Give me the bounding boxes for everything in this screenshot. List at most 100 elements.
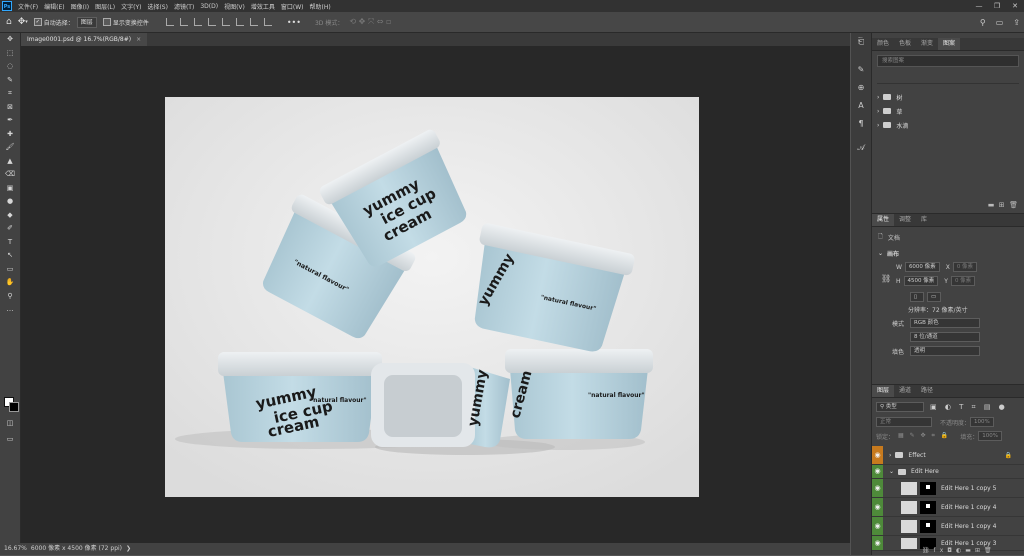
menu-help[interactable]: 帮助(H) <box>307 2 334 11</box>
x-field[interactable]: 0 像素 <box>952 262 978 272</box>
more-options-icon[interactable]: ••• <box>287 18 301 27</box>
link-layers-icon[interactable]: ⛓ <box>922 547 934 554</box>
tab-channels[interactable]: 通道 <box>894 385 916 397</box>
layer-row[interactable]: ◉ ⌄ Edit Here <box>872 465 1024 479</box>
align-right-icon[interactable] <box>193 18 202 26</box>
new-group-icon[interactable]: ▬ <box>965 547 975 554</box>
glyphs-icon[interactable]: 𝒜 <box>851 139 871 157</box>
pattern-search-input[interactable]: 搜索图案 <box>877 55 1019 67</box>
align-middle-icon[interactable] <box>221 18 230 26</box>
fx-icon[interactable]: fx <box>934 547 948 554</box>
visibility-eye-icon[interactable]: ◉ <box>872 498 883 516</box>
brush-icon[interactable]: 🖌 <box>0 141 20 155</box>
status-arrow-icon[interactable]: ❯ <box>126 543 131 555</box>
pattern-group-grass[interactable]: › 草 <box>872 104 1024 118</box>
add-mask-icon[interactable]: ◘ <box>947 547 956 554</box>
share-icon[interactable]: ⇪ <box>1013 18 1020 27</box>
close-tab-icon[interactable]: × <box>136 36 141 43</box>
new-layer-icon[interactable]: ⊞ <box>975 547 984 554</box>
layer-row[interactable]: ◉ › Effect 🔒 <box>872 446 1024 465</box>
type-icon[interactable]: T <box>0 236 20 250</box>
move-tool-icon[interactable]: ✥ ▾ <box>18 17 28 27</box>
pattern-group-water[interactable]: › 水滴 <box>872 118 1024 132</box>
visibility-eye-icon[interactable]: ◉ <box>872 479 883 497</box>
marquee-icon[interactable]: ⬚ <box>0 47 20 61</box>
color-swatches[interactable] <box>4 397 19 412</box>
brush-settings-icon[interactable]: ✎ <box>851 61 871 79</box>
layer-row[interactable]: ◉ Edit Here 1 copy 4 <box>872 517 1024 536</box>
menu-window[interactable]: 窗口(W) <box>278 2 307 11</box>
link-icon[interactable]: ⛓ <box>881 274 891 283</box>
magic-wand-icon[interactable]: ✎ <box>0 74 20 88</box>
menu-view[interactable]: 视图(V) <box>221 2 248 11</box>
new-group-icon[interactable]: ▬ <box>988 201 995 209</box>
visibility-eye-icon[interactable]: ◉ <box>872 517 883 535</box>
landscape-orientation-icon[interactable]: ▭ <box>927 292 941 302</box>
chevron-down-icon[interactable]: ⌄ <box>878 250 883 257</box>
background-color[interactable] <box>9 402 19 412</box>
shape-icon[interactable]: ▭ <box>0 263 20 277</box>
menu-select[interactable]: 选择(S) <box>144 2 171 11</box>
pen-icon[interactable]: ✐ <box>0 222 20 236</box>
align-center-icon[interactable] <box>179 18 188 26</box>
healing-icon[interactable]: ✚ <box>0 128 20 142</box>
height-field[interactable]: 4500 像素 <box>903 276 939 286</box>
tab-color[interactable]: 颜色 <box>872 38 894 50</box>
menu-type[interactable]: 文字(Y) <box>118 2 144 11</box>
eraser-icon[interactable]: ⌫ <box>0 168 20 182</box>
pattern-group-tree[interactable]: › 树 <box>872 90 1024 104</box>
chevron-right-icon[interactable]: › <box>889 452 891 459</box>
blend-mode-dropdown[interactable]: 正常 <box>876 417 932 427</box>
lock-icons[interactable]: ▦ ✎ ✥ ⌗ 🔒 <box>898 432 950 440</box>
new-pattern-icon[interactable]: ⊞ <box>999 201 1005 209</box>
bit-depth-dropdown[interactable]: 8 位/通道 <box>910 332 980 342</box>
zoom-level[interactable]: 16.67% <box>4 543 27 555</box>
quick-mask-icon[interactable]: ◫ <box>0 417 20 431</box>
menu-edit[interactable]: 编辑(E) <box>41 2 67 11</box>
y-field[interactable]: 0 像素 <box>950 276 976 286</box>
layer-row[interactable]: ◉ Edit Here 1 copy 5 <box>872 479 1024 498</box>
zoom-icon[interactable]: ⚲ <box>0 290 20 304</box>
delete-icon[interactable]: 🗑 <box>1009 201 1018 209</box>
character-icon[interactable]: A <box>851 97 871 115</box>
visibility-eye-icon[interactable]: ◉ <box>872 446 883 464</box>
align-bottom-icon[interactable] <box>235 18 244 26</box>
paragraph-icon[interactable]: ¶ <box>851 115 871 133</box>
edit-toolbar-icon[interactable]: … <box>0 303 20 317</box>
menu-file[interactable]: 文件(F) <box>15 2 41 11</box>
delete-layer-icon[interactable]: 🗑 <box>984 547 996 554</box>
fill-field[interactable]: 100% <box>978 431 1002 441</box>
gradient-icon[interactable]: ▣ <box>0 182 20 196</box>
layer-kind-filter[interactable]: ⚲ 类型 <box>876 402 924 412</box>
layer-row[interactable]: ◉ Edit Here 1 copy 4 <box>872 498 1024 517</box>
tab-patterns[interactable]: 图案 <box>938 38 961 50</box>
visibility-eye-icon[interactable]: ◉ <box>872 536 883 550</box>
eyedropper-icon[interactable]: ✒ <box>0 114 20 128</box>
auto-select-target-dropdown[interactable]: 图层 <box>76 16 97 28</box>
workspace-icon[interactable]: ▭ <box>996 18 1004 27</box>
close-window-button[interactable]: ✕ <box>1006 0 1024 12</box>
tab-layers[interactable]: 图层 <box>872 385 895 397</box>
tab-properties[interactable]: 属性 <box>872 214 895 226</box>
history-icon[interactable]: ⎗ <box>851 33 871 51</box>
auto-select-checkbox[interactable]: ✓ <box>33 18 42 26</box>
tab-swatches[interactable]: 色板 <box>894 38 916 50</box>
opacity-field[interactable]: 100% <box>970 417 994 427</box>
menu-3d[interactable]: 3D(D) <box>197 3 221 10</box>
path-select-icon[interactable]: ↖ <box>0 249 20 263</box>
distribute-icon[interactable] <box>249 18 258 26</box>
frame-icon[interactable]: ⊠ <box>0 101 20 115</box>
document-tab[interactable]: Image0001.psd @ 16.7%(RGB/8#) × <box>21 33 148 46</box>
minimize-button[interactable]: — <box>970 0 988 12</box>
align-top-icon[interactable] <box>207 18 216 26</box>
document-canvas[interactable]: yummy ice cup cream "natural flavour" yu… <box>165 97 699 497</box>
adjustment-icon[interactable]: ◐ <box>956 547 965 554</box>
clone-source-icon[interactable]: ⊕ <box>851 79 871 97</box>
menu-layer[interactable]: 图层(L) <box>92 2 118 11</box>
search-icon[interactable]: ⚲ <box>980 18 986 27</box>
menu-image[interactable]: 图像(I) <box>68 2 92 11</box>
blur-icon[interactable]: ● <box>0 195 20 209</box>
maximize-button[interactable]: ❐ <box>988 0 1006 12</box>
tab-libraries[interactable]: 库 <box>916 214 932 226</box>
screen-mode-icon[interactable]: ▭ <box>0 433 20 447</box>
